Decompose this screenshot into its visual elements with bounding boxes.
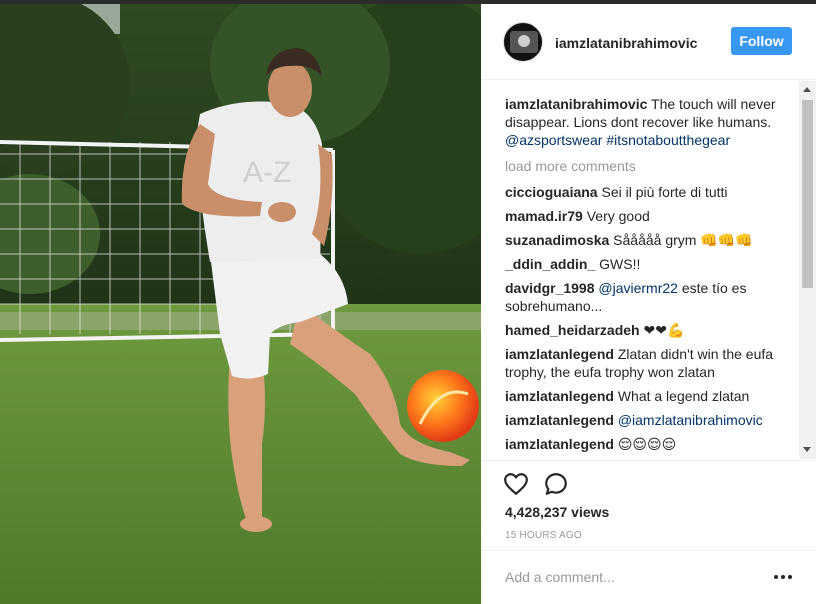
post-author-username[interactable]: iamzlatanibrahimovic: [555, 35, 697, 51]
avatar-figure: [518, 35, 530, 47]
comment-item: davidgr_1998 @javiermr22 este tío es sob…: [505, 279, 797, 315]
comment-item: hamed_heidarzadeh ❤❤💪: [505, 321, 797, 339]
comment-item: ciccioguaiana Sei il più forte di tutti: [505, 183, 797, 201]
comment-username[interactable]: suzanadimoska: [505, 232, 609, 248]
post-video[interactable]: A-Z: [0, 4, 481, 604]
view-count: 4,428,237 views: [505, 504, 610, 520]
comment-item: suzanadimoska Sååååå grym 👊👊👊: [505, 231, 797, 249]
comment-text: GWS!!: [599, 256, 641, 272]
scroll-down-arrow-icon[interactable]: [803, 447, 811, 452]
comment-item: iamzlatanlegend 😌😌😌😌: [505, 435, 797, 453]
post-header: iamzlatanibrahimovic Follow: [481, 4, 816, 80]
comment-username[interactable]: _ddin_addin_: [505, 256, 595, 272]
heart-icon[interactable]: [503, 471, 529, 497]
post-actions: 4,428,237 views 15 HOURS AGO: [481, 460, 816, 548]
comment-item: _ddin_addin_ GWS!!: [505, 255, 797, 273]
add-comment-input[interactable]: [505, 566, 755, 588]
scroll-up-arrow-icon[interactable]: [803, 87, 811, 92]
scrollbar-thumb[interactable]: [802, 100, 813, 288]
comment-mention-link[interactable]: @iamzlatanibrahimovic: [618, 412, 763, 428]
comments-scrollbar[interactable]: [799, 81, 816, 459]
video-frame: A-Z: [0, 4, 481, 604]
comment-text: 😌😌😌😌: [617, 436, 677, 452]
comment-username[interactable]: iamzlatanlegend: [505, 412, 614, 428]
comment-text: Sei il più forte di tutti: [601, 184, 728, 200]
football: [407, 370, 479, 442]
comment-username[interactable]: iamzlatanlegend: [505, 388, 614, 404]
comment-item: iamzlatanlegend @iamzlatanibrahimovic: [505, 411, 797, 429]
comments-section: iamzlatanibrahimovic The touch will neve…: [481, 81, 816, 459]
avatar[interactable]: [503, 22, 543, 62]
post-side-panel: iamzlatanibrahimovic Follow iamzlatanibr…: [481, 4, 816, 604]
comment-username[interactable]: davidgr_1998: [505, 280, 595, 296]
comment-username[interactable]: iamzlatanlegend: [505, 436, 614, 452]
comment-username[interactable]: mamad.ir79: [505, 208, 583, 224]
comment-text: ❤❤💪: [643, 322, 685, 338]
comment-mention-link[interactable]: @javiermr22: [598, 280, 678, 296]
comment-item: mamad.ir79 Very good: [505, 207, 797, 225]
comment-text: Very good: [586, 208, 650, 224]
caption: iamzlatanibrahimovic The touch will neve…: [505, 95, 797, 149]
comments-list: iamzlatanibrahimovic The touch will neve…: [505, 95, 797, 459]
caption-username[interactable]: iamzlatanibrahimovic: [505, 96, 647, 112]
comment-username[interactable]: iamzlatanlegend: [505, 346, 614, 362]
comment-item: iamzlatanlegend What a legend zlatan: [505, 387, 797, 405]
comment-text: Sååååå grym 👊👊👊: [613, 232, 753, 248]
post-timestamp[interactable]: 15 HOURS AGO: [505, 530, 582, 541]
caption-mention-link[interactable]: @azsportswear: [505, 132, 602, 148]
ellipsis-icon[interactable]: [774, 573, 792, 581]
comment-item: iamzlatanlegend Zlatan didn't win the eu…: [505, 345, 797, 381]
follow-button[interactable]: Follow: [731, 27, 792, 55]
speech-bubble-icon[interactable]: [543, 471, 569, 497]
caption-hashtag-link[interactable]: #itsnotaboutthegear: [606, 132, 730, 148]
comment-text: What a legend zlatan: [617, 388, 750, 404]
load-more-comments-link[interactable]: load more comments: [505, 157, 797, 175]
comment-username[interactable]: ciccioguaiana: [505, 184, 598, 200]
comment-username[interactable]: hamed_heidarzadeh: [505, 322, 640, 338]
add-comment-bar: [481, 550, 816, 604]
shirt-logo-text: A-Z: [243, 156, 291, 189]
